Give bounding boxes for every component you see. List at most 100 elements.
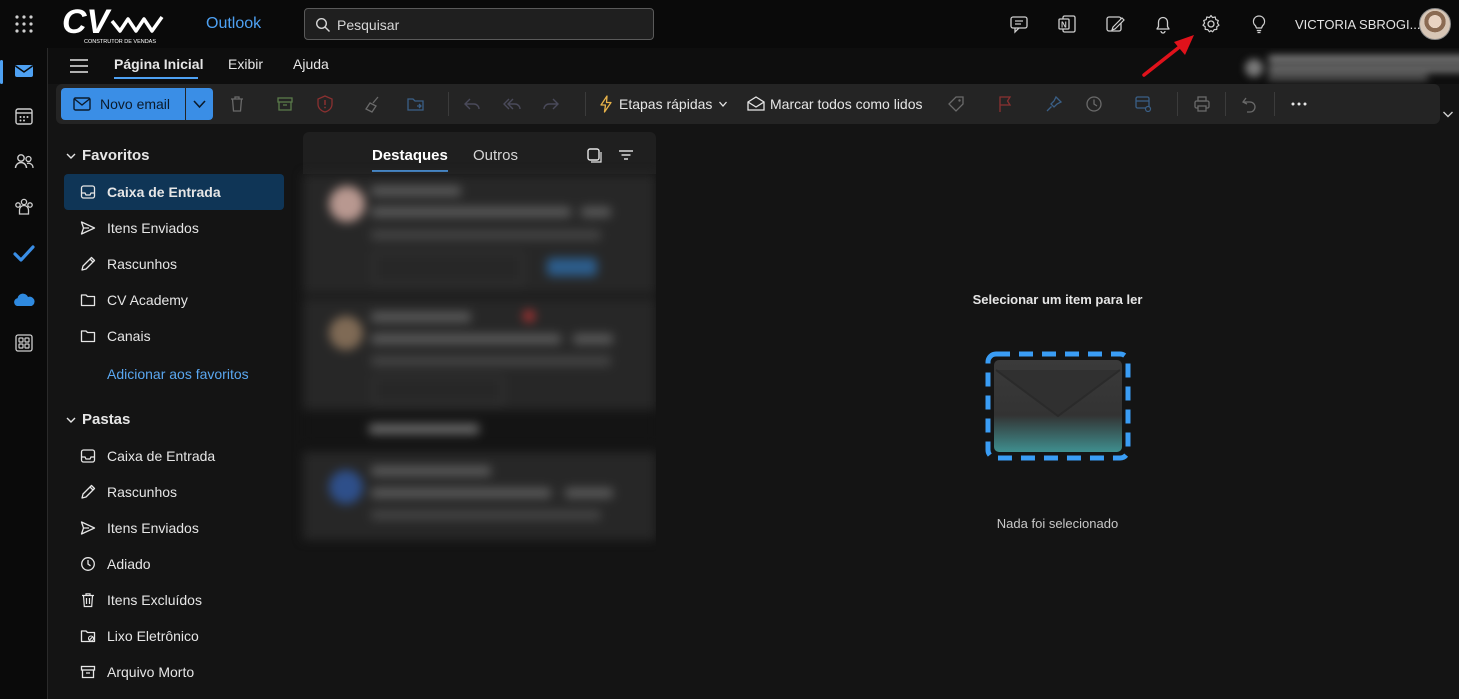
sender-placeholder xyxy=(371,186,461,196)
calendar-icon[interactable] xyxy=(12,104,36,128)
rules-icon[interactable] xyxy=(1133,94,1153,114)
lightning-icon xyxy=(600,95,612,113)
command-toolbar: Novo email Etapas rápidas Marcar todos c… xyxy=(56,84,1440,124)
time-placeholder xyxy=(573,334,613,344)
chevron-down-icon xyxy=(66,417,76,423)
inbox-icon xyxy=(80,185,96,199)
more-options-icon[interactable] xyxy=(1289,94,1309,114)
avatar xyxy=(329,186,365,222)
apps-icon[interactable] xyxy=(12,331,36,355)
reply-icon[interactable] xyxy=(462,94,482,114)
top-bar: CV CONSTRUTOR DE VENDAS Outlook Pesquisa… xyxy=(0,0,1459,48)
move-to-icon[interactable] xyxy=(406,94,426,114)
report-icon[interactable] xyxy=(315,94,335,114)
avatar xyxy=(329,470,363,504)
trash-icon xyxy=(82,593,94,608)
lightbulb-icon[interactable] xyxy=(1248,13,1270,35)
tab-focused[interactable]: Destaques xyxy=(372,147,448,164)
group-header xyxy=(303,410,656,446)
clock-icon[interactable] xyxy=(1084,94,1104,114)
folder-icon xyxy=(80,330,96,343)
preview-placeholder xyxy=(371,230,601,240)
tab-view[interactable]: Exibir xyxy=(228,56,263,72)
mail-icon[interactable] xyxy=(12,59,36,83)
forward-icon[interactable] xyxy=(541,94,561,114)
folder-inbox[interactable]: Caixa de Entrada xyxy=(64,438,284,474)
search-input[interactable]: Pesquisar xyxy=(304,8,654,40)
flag-icon[interactable] xyxy=(995,94,1015,114)
group-header-placeholder xyxy=(369,424,479,434)
pin-icon[interactable] xyxy=(1044,94,1064,114)
search-placeholder: Pesquisar xyxy=(337,17,400,33)
tag-icon[interactable] xyxy=(946,94,966,114)
gear-icon[interactable] xyxy=(1200,13,1222,35)
folder-snoozed[interactable]: Adiado xyxy=(64,546,284,582)
todo-icon[interactable] xyxy=(12,241,36,265)
onedrive-icon[interactable] xyxy=(12,288,36,312)
mail-icon xyxy=(73,97,91,111)
filter-icon[interactable] xyxy=(617,146,635,164)
new-mail-dropdown-button[interactable] xyxy=(186,88,213,120)
toolbar-separator xyxy=(585,92,586,116)
folder-favorite-drafts[interactable]: Rascunhos xyxy=(64,246,284,282)
mark-all-read-button[interactable]: Marcar todos como lidos xyxy=(770,96,923,112)
chevron-down-icon[interactable] xyxy=(719,100,727,108)
new-mail-button[interactable]: Novo email xyxy=(61,88,185,120)
folder-favorite-canais[interactable]: Canais xyxy=(64,318,284,354)
hamburger-menu-icon[interactable] xyxy=(70,58,88,74)
folder-drafts[interactable]: Rascunhos xyxy=(64,474,284,510)
delete-icon[interactable] xyxy=(227,94,247,114)
quick-steps-button[interactable]: Etapas rápidas xyxy=(619,96,712,112)
folder-sent[interactable]: Itens Enviados xyxy=(64,510,284,546)
sweep-icon[interactable] xyxy=(363,94,383,114)
folder-label: Itens Excluídos xyxy=(107,592,202,608)
favorites-heading: Favoritos xyxy=(82,147,150,164)
archive-icon xyxy=(80,665,96,679)
chat-icon[interactable] xyxy=(1008,13,1030,35)
compose-note-icon[interactable] xyxy=(1104,13,1126,35)
ribbon-tabs: Página Inicial Exibir Ajuda xyxy=(48,48,1459,84)
onenote-icon[interactable]: N xyxy=(1056,13,1078,35)
folder-favorite-inbox[interactable]: Caixa de Entrada xyxy=(64,174,284,210)
app-name[interactable]: Outlook xyxy=(206,15,261,33)
list-item[interactable] xyxy=(303,174,656,294)
svg-text:CV: CV xyxy=(62,3,113,41)
print-icon[interactable] xyxy=(1192,94,1212,114)
list-item[interactable] xyxy=(303,452,656,540)
tab-other[interactable]: Outros xyxy=(473,147,518,164)
undo-icon[interactable] xyxy=(1240,94,1260,114)
folder-junk[interactable]: Lixo Eletrônico xyxy=(64,618,284,654)
toolbar-separator xyxy=(1177,92,1178,116)
folder-archive[interactable]: Arquivo Morto xyxy=(64,654,284,690)
toolbar-separator xyxy=(448,92,449,116)
tab-help[interactable]: Ajuda xyxy=(293,56,329,72)
message-list-header: Destaques Outros xyxy=(303,132,656,174)
folder-favorite-cv-academy[interactable]: CV Academy xyxy=(64,282,284,318)
message-list: Destaques Outros xyxy=(303,132,656,699)
folder-favorite-sent[interactable]: Itens Enviados xyxy=(64,210,284,246)
company-logo[interactable]: CV CONSTRUTOR DE VENDAS xyxy=(62,3,172,45)
send-icon xyxy=(80,521,96,535)
send-icon xyxy=(80,221,96,235)
attachment-chip xyxy=(373,376,503,404)
folder-label: Canais xyxy=(107,328,151,344)
tab-home[interactable]: Página Inicial xyxy=(114,56,203,72)
people-icon[interactable] xyxy=(12,149,36,173)
blurred-banner xyxy=(1245,56,1459,80)
reply-all-icon[interactable] xyxy=(502,94,522,114)
list-item[interactable] xyxy=(303,298,656,410)
active-pivot-indicator xyxy=(372,170,448,172)
archive-icon[interactable] xyxy=(275,94,295,114)
inbox-icon xyxy=(80,449,96,463)
subject-placeholder xyxy=(371,334,561,344)
folder-label: Itens Enviados xyxy=(107,520,199,536)
add-to-favorites-link[interactable]: Adicionar aos favoritos xyxy=(107,366,249,382)
avatar[interactable] xyxy=(1419,8,1451,40)
groups-icon[interactable] xyxy=(12,195,36,219)
folder-deleted[interactable]: Itens Excluídos xyxy=(64,582,284,618)
blurred-message-rows xyxy=(303,174,656,540)
chevron-down-icon[interactable] xyxy=(1442,108,1454,120)
select-mode-icon[interactable] xyxy=(585,146,603,164)
user-name[interactable]: VICTORIA SBROGI... xyxy=(1295,17,1420,32)
app-launcher-icon[interactable] xyxy=(14,14,34,34)
